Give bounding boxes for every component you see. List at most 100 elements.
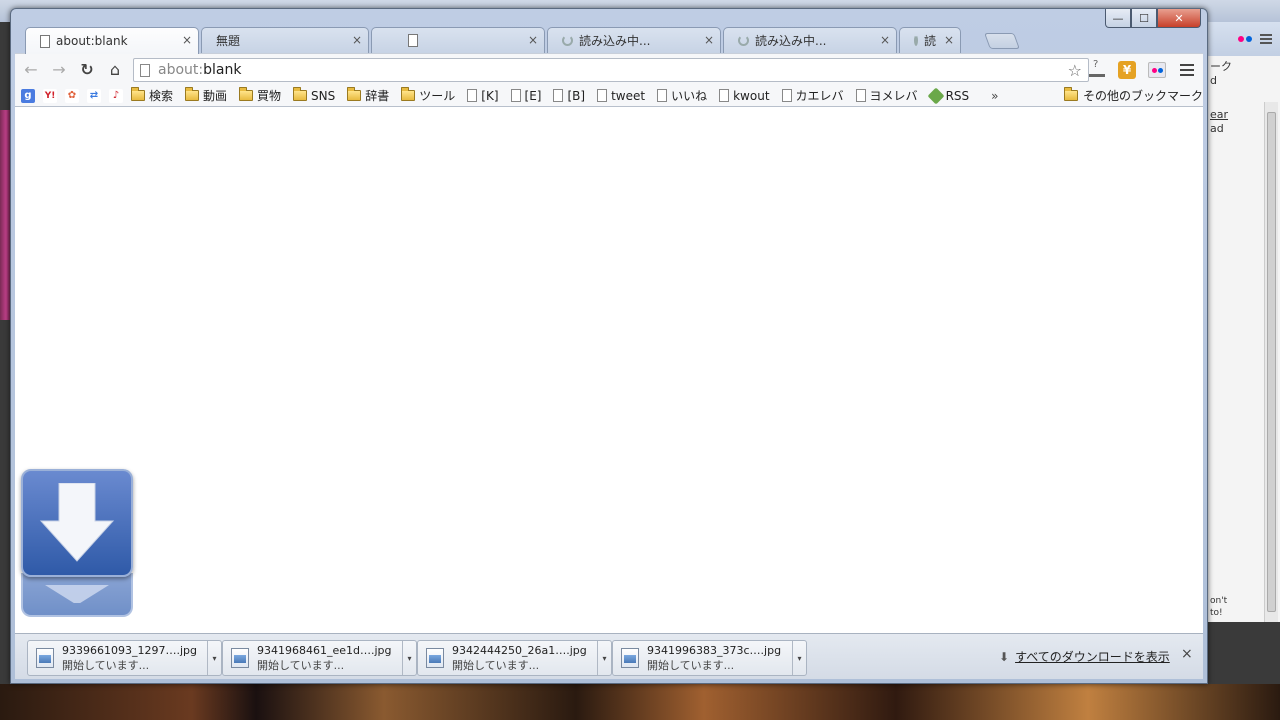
download-filename: 9341968461_ee1d….jpg (257, 644, 392, 657)
bookmarks-overflow-button[interactable]: » (991, 89, 998, 103)
home-button[interactable]: ⌂ (103, 58, 127, 82)
download-menu-chevron-icon[interactable]: ▾ (597, 641, 611, 675)
bookmark-folder-shopping[interactable]: 買物 (239, 87, 281, 104)
forward-button[interactable]: → (47, 58, 71, 82)
bookmark-label: RSS (945, 88, 970, 103)
bookmark-label: 辞書 (365, 89, 390, 103)
download-item[interactable]: 9339661093_1297….jpg 開始しています... ▾ (27, 640, 222, 676)
tab-loading-3[interactable]: 読 × (899, 27, 961, 53)
window-controls: — ☐ ✕ (1105, 9, 1201, 29)
bookmark-tweet[interactable]: tweet (597, 89, 645, 103)
bookmark-music[interactable]: ♪ (109, 88, 123, 103)
bookmark-kaereba[interactable]: カエレバ (781, 87, 844, 104)
bookmark-rss[interactable]: RSS (927, 87, 970, 104)
tab-untitled[interactable]: 無題 × (201, 27, 369, 53)
new-tab-button[interactable] (984, 33, 1020, 49)
maximize-button[interactable]: ☐ (1131, 9, 1157, 28)
image-file-icon (36, 648, 54, 668)
minimize-button[interactable]: — (1105, 9, 1131, 28)
bookmark-star-icon[interactable]: ☆ (1068, 61, 1082, 80)
page-icon (140, 63, 150, 77)
download-status: 開始しています... (452, 659, 540, 672)
page-icon (553, 89, 564, 102)
download-item[interactable]: 9342444250_26a1….jpg 開始しています... ▾ (417, 640, 612, 676)
download-menu-chevron-icon[interactable]: ▾ (402, 641, 416, 675)
close-download-shelf-button[interactable]: × (1181, 646, 1193, 662)
show-all-downloads-label: すべてのダウンロードを表示 (1015, 650, 1170, 664)
tab-about-blank[interactable]: about:blank × (25, 27, 199, 54)
bookmark-label: kwout (733, 88, 770, 103)
download-menu-chevron-icon[interactable]: ▾ (207, 641, 221, 675)
bookmark-label: 買物 (257, 89, 282, 103)
bookmark-kwout[interactable]: kwout (719, 88, 770, 103)
bookmark-hatena[interactable]: ✿ (65, 88, 79, 103)
bookmark-folder-search[interactable]: 検索 (131, 87, 173, 104)
bookmark-label: ヨメレバ (869, 89, 918, 103)
bookmark-e[interactable]: [E] (510, 88, 542, 103)
flickr-extension[interactable] (1145, 58, 1169, 82)
fork-extension[interactable]: ¥ (1115, 58, 1139, 82)
bookmark-k[interactable]: [K] (467, 89, 499, 103)
download-menu-chevron-icon[interactable]: ▾ (792, 641, 806, 675)
loading-spinner-icon (738, 35, 749, 46)
bookmark-folder-tools[interactable]: ツール (401, 87, 455, 104)
folder-icon (293, 87, 308, 101)
tab-strip: about:blank × 無題 × × 読み込み中... × 読み込み中...… (25, 27, 1025, 54)
tab-close-icon[interactable]: × (880, 33, 890, 47)
bookmark-label: いいね (671, 89, 708, 103)
tab-label: 読 (924, 34, 937, 48)
download-arrow-icon (39, 483, 115, 603)
url-host: blank (203, 62, 242, 78)
download-animation (21, 469, 135, 617)
bookmark-label: ツール (419, 89, 456, 103)
browser-window: — ☐ ✕ about:blank × 無題 × × 読み込み中... × 読み… (10, 8, 1208, 684)
background-window: ーク d ear ad on't to! (1205, 22, 1280, 622)
hatena-icon: ✿ (65, 88, 79, 103)
bookmark-b[interactable]: [B] (553, 89, 585, 103)
page-content (15, 107, 1203, 633)
bookmark-iine[interactable]: いいね (657, 87, 707, 104)
tab-page[interactable]: × (371, 27, 545, 53)
bookmark-yomereba[interactable]: ヨメレバ (855, 87, 918, 104)
reload-button[interactable]: ↻ (75, 58, 99, 82)
bookmark-label: [E] (524, 88, 542, 103)
folder-icon (1063, 87, 1078, 101)
chrome-menu-button[interactable] (1175, 58, 1199, 82)
background-snippet: ーク (1210, 60, 1232, 73)
bookmark-label: SNS (311, 88, 336, 103)
background-text-1: d (1210, 74, 1217, 87)
page-icon (719, 89, 730, 102)
tab-close-icon[interactable]: × (704, 33, 714, 47)
download-filename: 9339661093_1297….jpg (62, 644, 197, 657)
download-arrow-icon: ⬇ (999, 649, 1010, 664)
yahoo-icon: Y! (43, 88, 57, 103)
tab-loading-1[interactable]: 読み込み中... × (547, 27, 721, 53)
bookmark-folder-sns[interactable]: SNS (293, 87, 336, 103)
tab-loading-2[interactable]: 読み込み中... × (723, 27, 897, 53)
menu-icon (1180, 64, 1194, 76)
bookmark-label: [B] (567, 88, 586, 103)
bookmark-google[interactable]: g (21, 88, 35, 103)
download-item[interactable]: 9341968461_ee1d….jpg 開始しています... ▾ (222, 640, 417, 676)
download-helper-extension[interactable] (1085, 58, 1109, 82)
other-bookmarks-folder[interactable]: その他のブックマーク (1059, 87, 1203, 104)
tab-close-icon[interactable]: × (944, 33, 954, 47)
show-all-downloads-link[interactable]: ⬇ すべてのダウンロードを表示 (999, 648, 1170, 665)
bookmark-label: カエレバ (795, 89, 844, 103)
other-bookmarks-label: その他のブックマーク (1082, 89, 1203, 103)
tab-close-icon[interactable]: × (528, 33, 538, 47)
download-item[interactable]: 9341996383_373c….jpg 開始しています... ▾ (612, 640, 807, 676)
page-icon (657, 89, 668, 102)
background-text-5: to! (1210, 608, 1223, 618)
bookmark-folder-video[interactable]: 動画 (185, 87, 227, 104)
page-icon (40, 34, 50, 48)
bookmark-sync[interactable]: ⇄ (87, 88, 101, 103)
address-bar[interactable]: about: blank ☆ (133, 58, 1089, 82)
back-button[interactable]: ← (19, 58, 43, 82)
tab-close-icon[interactable]: × (182, 33, 192, 47)
bookmark-folder-dictionary[interactable]: 辞書 (347, 87, 389, 104)
close-window-button[interactable]: ✕ (1157, 9, 1201, 28)
folder-icon (347, 87, 362, 101)
bookmark-yahoo[interactable]: Y! (43, 88, 57, 103)
tab-close-icon[interactable]: × (352, 33, 362, 47)
